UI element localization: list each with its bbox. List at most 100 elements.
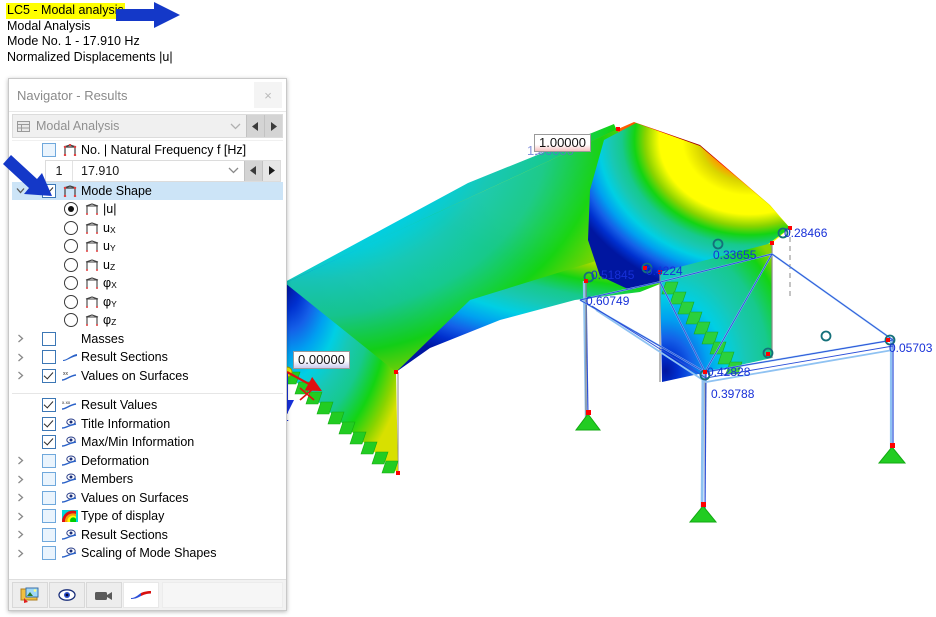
eye-icon — [60, 473, 79, 485]
tree-label-values-on-surfaces: Values on Surfaces — [81, 368, 189, 383]
chevron-right-icon[interactable] — [12, 530, 28, 539]
chevron-right-icon[interactable] — [12, 512, 28, 521]
tree-item-result-sections[interactable]: Result Sections — [12, 348, 283, 367]
radio-component-phiz[interactable] — [64, 313, 78, 328]
analysis-type-text: Modal Analysis — [7, 18, 91, 33]
checkbox-result-sections[interactable] — [42, 350, 56, 365]
radio-component-phiy[interactable] — [64, 294, 78, 309]
checkbox-title-information[interactable] — [42, 416, 56, 431]
frame-icon — [82, 203, 101, 216]
checkbox-natural-frequency[interactable] — [42, 143, 56, 158]
radio-component-u-abs[interactable] — [64, 202, 78, 217]
navigator-bottom-toolbar[interactable] — [9, 579, 286, 610]
radio-component-uy[interactable] — [64, 239, 78, 254]
chevron-right-icon[interactable] — [12, 371, 28, 380]
chevron-down-icon[interactable] — [224, 115, 246, 137]
radio-component-ux[interactable] — [64, 220, 78, 235]
tree-item-members[interactable]: Members — [12, 470, 283, 489]
eye-icon — [60, 547, 79, 559]
node-value-label: 0.05703 — [889, 341, 933, 355]
navigator-tree[interactable]: No. | Natural Frequency f [Hz] 1 17.910 — [12, 140, 283, 579]
frequency-value: 17.910 — [72, 160, 222, 181]
chevron-down-icon[interactable] — [222, 161, 244, 181]
checkbox-result-values[interactable] — [42, 398, 56, 413]
section-icon[interactable] — [123, 582, 159, 608]
chevron-right-icon[interactable] — [12, 475, 28, 484]
chevron-right-icon[interactable] — [12, 493, 28, 502]
tree-item-masses[interactable]: Masses — [12, 330, 283, 349]
checkbox-mode-shape[interactable] — [42, 183, 56, 198]
radio-component-uz[interactable] — [64, 257, 78, 272]
frequency-prev-button[interactable] — [244, 160, 262, 181]
chevron-right-icon[interactable] — [12, 549, 28, 558]
node-value-label: 0.4224 — [646, 264, 683, 278]
max-value-label[interactable]: 1.00000 — [534, 134, 591, 152]
tree-item-title-information[interactable]: Title Information — [12, 415, 283, 434]
picture-open-icon[interactable] — [12, 582, 48, 608]
eye-icon — [60, 492, 79, 504]
tree-label-component: uZ — [101, 258, 115, 272]
navigator-results-panel[interactable]: Navigator - Results × Modal Analysis No.… — [8, 78, 287, 611]
chevron-right-icon[interactable] — [12, 456, 28, 465]
tree-item-type-of-display[interactable]: Type of display — [12, 507, 283, 526]
checkbox-result-sections-display[interactable] — [42, 527, 56, 542]
eye-icon — [60, 436, 79, 448]
checkbox-masses[interactable] — [42, 331, 56, 346]
tree-item-maxmin-information[interactable]: Max/Min Information — [12, 433, 283, 452]
component-subscript: Y — [109, 243, 116, 254]
checkbox-type-of-display[interactable] — [42, 509, 56, 524]
tree-item-component-uy[interactable]: uY — [12, 237, 283, 256]
checkbox-members[interactable] — [42, 472, 56, 487]
checkbox-values-on-surfaces-display[interactable] — [42, 490, 56, 505]
tree-item-values-on-surfaces-display[interactable]: Values on Surfaces — [12, 489, 283, 508]
tree-item-component-phiy[interactable]: φY — [12, 293, 283, 312]
chevron-right-icon[interactable] — [12, 353, 28, 362]
tree-item-component-phix[interactable]: φX — [12, 274, 283, 293]
tree-item-scaling-of-mode-shapes[interactable]: Scaling of Mode Shapes — [12, 544, 283, 563]
tree-label-result-sections-display: Result Sections — [81, 527, 168, 542]
close-icon[interactable]: × — [254, 82, 282, 108]
chevron-down-icon[interactable] — [12, 187, 28, 194]
component-subscript: Z — [111, 317, 117, 328]
svg-text:xx: xx — [63, 371, 69, 377]
tree-label-maxmin-information: Max/Min Information — [81, 435, 195, 450]
tree-label-component: φZ — [101, 313, 116, 327]
tree-label-type-of-display: Type of display — [81, 509, 165, 524]
toolbar-empty-area — [162, 582, 283, 608]
frame-icon — [82, 277, 101, 290]
tree-item-values-on-surfaces[interactable]: xx Values on Surfaces — [12, 367, 283, 386]
tree-item-natural-frequency[interactable]: No. | Natural Frequency f [Hz] — [12, 141, 283, 160]
checkbox-scaling-of-mode-shapes[interactable] — [42, 546, 56, 561]
min-value-label[interactable]: 0.00000 — [293, 351, 350, 369]
frame-icon — [60, 185, 79, 197]
checkbox-maxmin-information[interactable] — [42, 435, 56, 450]
frequency-next-button[interactable] — [262, 160, 280, 181]
frequency-selector-row[interactable]: 1 17.910 — [45, 159, 281, 182]
radio-component-phix[interactable] — [64, 276, 78, 291]
support-cone — [877, 443, 907, 464]
tree-label-result-values: Result Values — [81, 398, 158, 413]
tree-item-component-u-abs[interactable]: |u| — [12, 200, 283, 219]
tree-item-mode-shape[interactable]: Mode Shape — [12, 181, 283, 200]
component-base: u — [103, 239, 110, 254]
checkbox-deformation[interactable] — [42, 453, 56, 468]
tree-item-component-phiz[interactable]: φZ — [12, 311, 283, 330]
tree-item-deformation[interactable]: Deformation — [12, 452, 283, 471]
tree-item-component-uz[interactable]: uZ — [12, 256, 283, 275]
analysis-prev-button[interactable] — [246, 115, 264, 137]
analysis-selector-combo[interactable]: Modal Analysis — [12, 114, 283, 138]
navigator-titlebar[interactable]: Navigator - Results × — [9, 79, 286, 112]
video-camera-icon[interactable] — [86, 582, 122, 608]
tree-item-result-sections-display[interactable]: Result Sections — [12, 526, 283, 545]
chevron-right-icon[interactable] — [12, 334, 28, 343]
analysis-next-button[interactable] — [264, 115, 282, 137]
checkbox-values-on-surfaces[interactable] — [42, 368, 56, 383]
analysis-selector-value: Modal Analysis — [36, 119, 120, 133]
tree-item-result-values[interactable]: x.xx Result Values — [12, 396, 283, 415]
tree-label-deformation: Deformation — [81, 453, 150, 468]
xxx-icon: x.xx — [60, 399, 79, 411]
tree-item-component-ux[interactable]: uX — [12, 219, 283, 238]
tree-label-component: uX — [101, 221, 116, 235]
load-case-title: LC5 - Modal analysis — [6, 3, 125, 19]
eye-icon[interactable] — [49, 582, 85, 608]
